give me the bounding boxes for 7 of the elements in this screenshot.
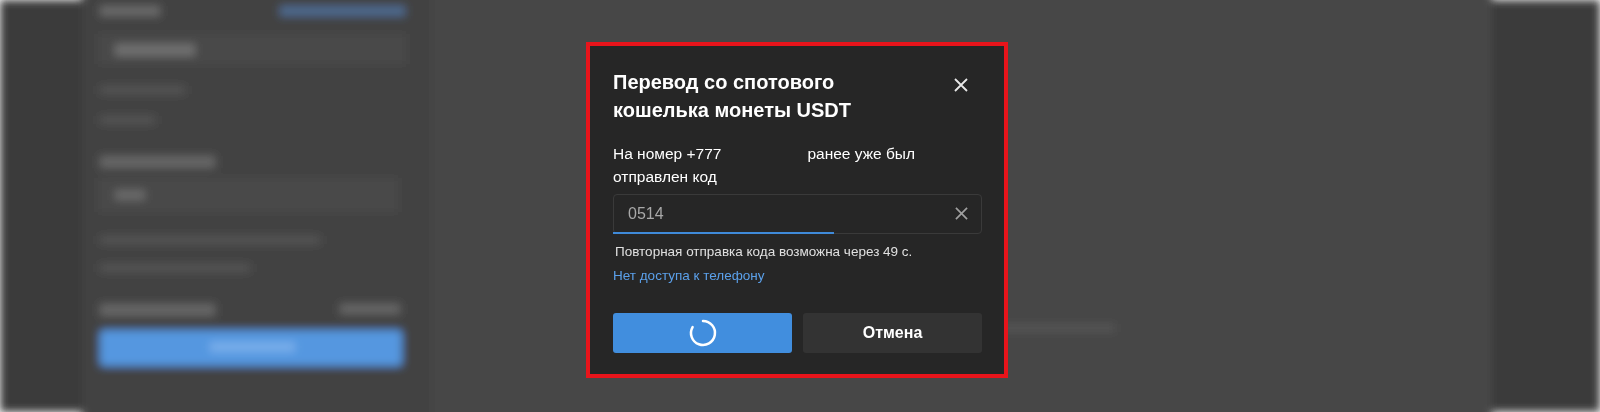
message-text: На номер +777 ранее уже был отправлен код <box>613 144 917 187</box>
no-phone-access-link[interactable]: Нет доступа к телефону <box>613 268 765 283</box>
clear-icon[interactable] <box>955 207 968 220</box>
cancel-button[interactable]: Отмена <box>803 313 982 353</box>
resend-timer-text: Повторная отправка кода возможна через 49 с. <box>614 244 914 259</box>
close-icon <box>954 78 968 92</box>
dialog-title: Перевод со спотового кошелька монеты USDT <box>613 70 852 123</box>
